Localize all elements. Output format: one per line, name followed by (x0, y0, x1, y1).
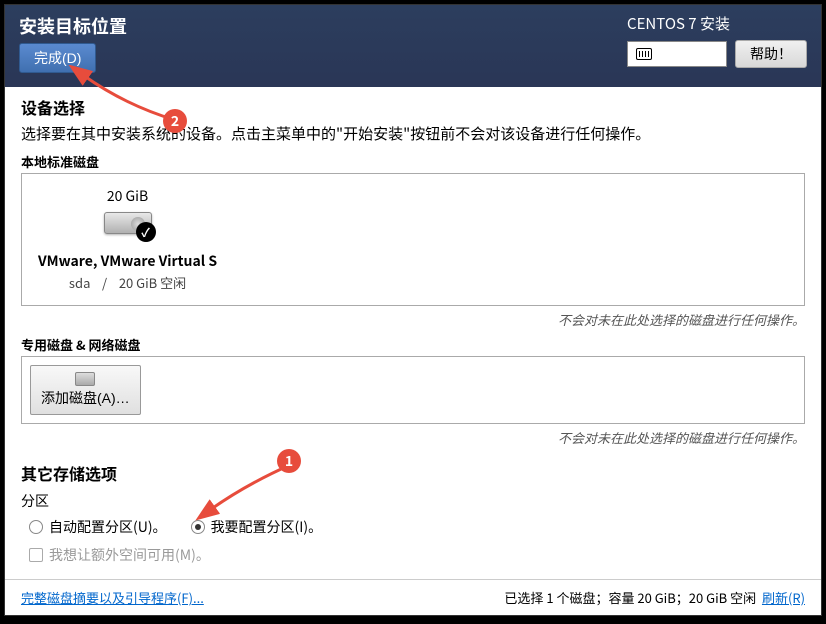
radio-icon (29, 520, 43, 534)
disk-note-2: 不会对未在此处选择的磁盘进行任何操作。 (21, 428, 805, 447)
keyboard-icon (636, 48, 652, 60)
disk-name: VMware, VMware Virtual S (38, 251, 217, 271)
radio-auto-label: 自动配置分区(U)。 (49, 517, 167, 537)
disk-size: 20 GiB (38, 186, 217, 206)
footer-status: 已选择 1 个磁盘；容量 20 GiB；20 GiB 空闲 (504, 588, 756, 607)
radio-manual-label: 我要配置分区(I)。 (211, 517, 323, 537)
keyboard-layout-value: cn (658, 44, 674, 64)
special-disks-label: 专用磁盘 & 网络磁盘 (21, 335, 805, 354)
footer-bar: 完整磁盘摘要以及引导程序(F)... 已选择 1 个磁盘；容量 20 GiB；2… (5, 579, 821, 615)
storage-options-title: 其它存储选项 (21, 461, 805, 485)
disk-item[interactable]: 20 GiB VMware, VMware Virtual S sda / 20… (38, 186, 217, 292)
add-disk-label: 添加磁盘(A)… (41, 388, 130, 408)
header-right: CENTOS 7 安装 cn 帮助！ (627, 13, 807, 68)
done-button[interactable]: 完成(D) (19, 43, 96, 73)
annotation-badge-2: 2 (163, 109, 187, 133)
annotation-badge-1: 1 (277, 449, 301, 473)
radio-auto-partition[interactable]: 自动配置分区(U)。 (29, 517, 167, 537)
radio-icon (191, 520, 205, 534)
footer-right: 已选择 1 个磁盘；容量 20 GiB；20 GiB 空闲 刷新(R) (504, 588, 805, 607)
check-badge-icon (136, 222, 156, 242)
help-button[interactable]: 帮助！ (735, 40, 807, 68)
checkbox-extra-space[interactable]: 我想让额外空间可用(M)。 (29, 545, 210, 565)
disk-separator: / (102, 273, 107, 292)
radio-manual-partition[interactable]: 我要配置分区(I)。 (191, 517, 323, 537)
partition-label: 分区 (21, 491, 805, 511)
refresh-link[interactable]: 刷新(R) (762, 588, 805, 607)
checkbox-extra-label: 我想让额外空间可用(M)。 (49, 545, 210, 565)
header-bar: 安装目标位置 完成(D) CENTOS 7 安装 cn 帮助！ (5, 5, 821, 87)
device-selection-desc: 选择要在其中安装系统的设备。点击主菜单中的"开始安装"按钮前不会对该设备进行任何… (21, 123, 805, 144)
main-content: 设备选择 选择要在其中安装系统的设备。点击主菜单中的"开始安装"按钮前不会对该设… (5, 87, 821, 579)
local-disks-label: 本地标准磁盘 (21, 152, 805, 171)
local-disks-container: 20 GiB VMware, VMware Virtual S sda / 20… (21, 173, 805, 306)
disk-free: 20 GiB 空闲 (119, 273, 186, 292)
add-disk-icon (75, 372, 95, 386)
disk-icon (104, 212, 152, 234)
disk-note-1: 不会对未在此处选择的磁盘进行任何操作。 (21, 310, 805, 329)
disk-info: sda / 20 GiB 空闲 (38, 273, 217, 292)
checkbox-icon (29, 548, 43, 562)
os-label: CENTOS 7 安装 (627, 13, 807, 34)
add-disk-button[interactable]: 添加磁盘(A)… (30, 365, 141, 415)
summary-link[interactable]: 完整磁盘摘要以及引导程序(F)... (21, 588, 204, 607)
device-selection-title: 设备选择 (21, 95, 805, 119)
disk-device: sda (69, 273, 90, 292)
special-disks-container: 添加磁盘(A)… (21, 356, 805, 424)
keyboard-layout-selector[interactable]: cn (627, 41, 727, 67)
